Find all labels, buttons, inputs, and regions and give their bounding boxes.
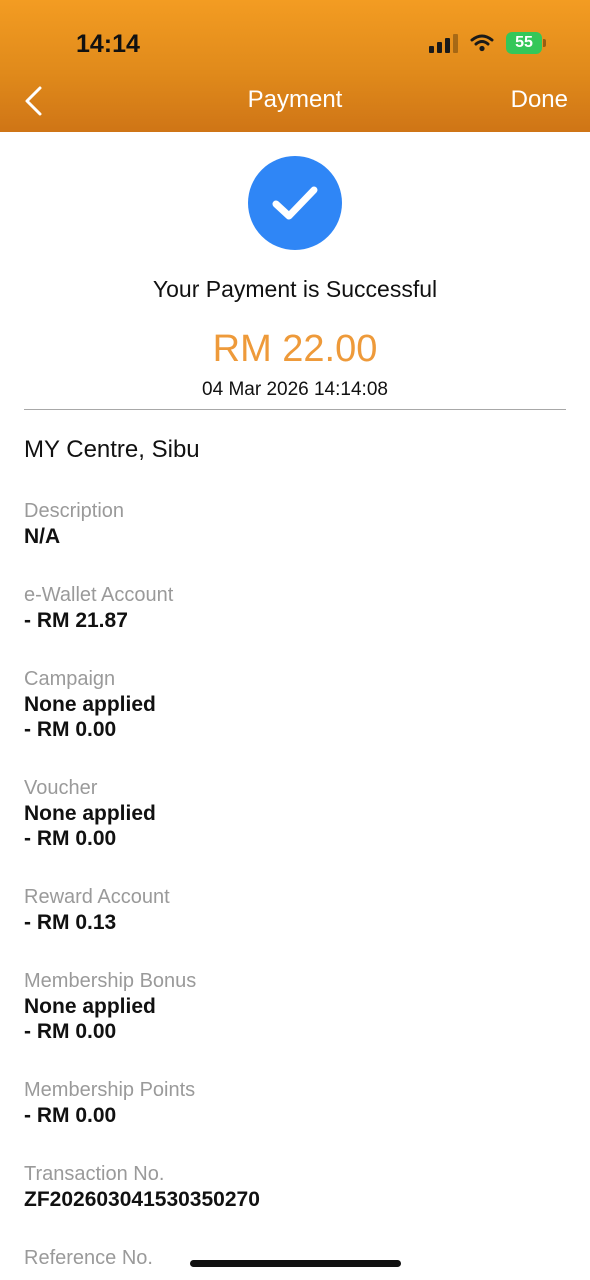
field-label: Reward Account [24, 886, 170, 908]
field-label: Campaign [24, 668, 116, 690]
wifi-icon [470, 34, 494, 52]
field-membership-points: Membership Points - RM 0.00 [24, 1077, 566, 1128]
field-label: Reference No. [24, 1247, 153, 1269]
field-label: e-Wallet Account [24, 584, 174, 606]
field-description: Description N/A [24, 498, 566, 549]
field-membership-bonus: Membership Bonus None applied - RM 0.00 [24, 968, 566, 1044]
field-label: Membership Bonus [24, 970, 197, 992]
field-reference-no: Reference No. [24, 1245, 566, 1271]
field-campaign: Campaign None applied - RM 0.00 [24, 666, 566, 742]
merchant-name: MY Centre, Sibu [24, 436, 200, 463]
field-transaction-no: Transaction No. ZF202603041530350270 [24, 1161, 566, 1212]
success-message: Your Payment is Successful [152, 276, 438, 302]
field-value: - RM 0.00 [24, 1104, 117, 1127]
battery-level: 55 [515, 34, 533, 51]
field-value: - RM 21.87 [24, 609, 128, 632]
header-bar: 14:14 55 Payment Done [0, 0, 590, 132]
field-value: - RM 0.13 [24, 911, 117, 934]
field-label: Transaction No. [24, 1163, 165, 1185]
field-value: N/A [24, 525, 61, 548]
field-value: - RM 0.00 [24, 718, 117, 741]
field-label: Voucher [24, 777, 98, 799]
status-icons: 55 [429, 32, 546, 54]
divider [24, 409, 566, 410]
checkmark-circle-icon [248, 156, 342, 250]
checkmark-icon [272, 186, 318, 220]
status-time: 14:14 [76, 30, 140, 58]
field-value: None applied [24, 802, 156, 825]
details-list: Description N/A e-Wallet Account - RM 21… [24, 498, 566, 1280]
field-value: None applied [24, 995, 156, 1018]
payment-datetime: 04 Mar 2026 14:14:08 [202, 379, 388, 400]
field-label: Membership Points [24, 1079, 196, 1101]
battery-charging-icon: 55 [506, 32, 546, 54]
field-voucher: Voucher None applied - RM 0.00 [24, 775, 566, 851]
field-value: ZF202603041530350270 [24, 1188, 260, 1211]
payment-amount: RM 22.00 [212, 328, 378, 370]
cellular-signal-icon [429, 33, 458, 53]
field-label: Description [24, 500, 125, 522]
field-reward-account: Reward Account - RM 0.13 [24, 884, 566, 935]
page-title: Payment [247, 86, 343, 113]
field-ewallet-account: e-Wallet Account - RM 21.87 [24, 582, 566, 633]
home-indicator[interactable] [190, 1260, 401, 1267]
field-value: - RM 0.00 [24, 827, 117, 850]
battery-tip [543, 39, 546, 47]
done-button[interactable]: Done [511, 86, 568, 114]
field-value: None applied [24, 693, 156, 716]
field-value: - RM 0.00 [24, 1020, 117, 1043]
